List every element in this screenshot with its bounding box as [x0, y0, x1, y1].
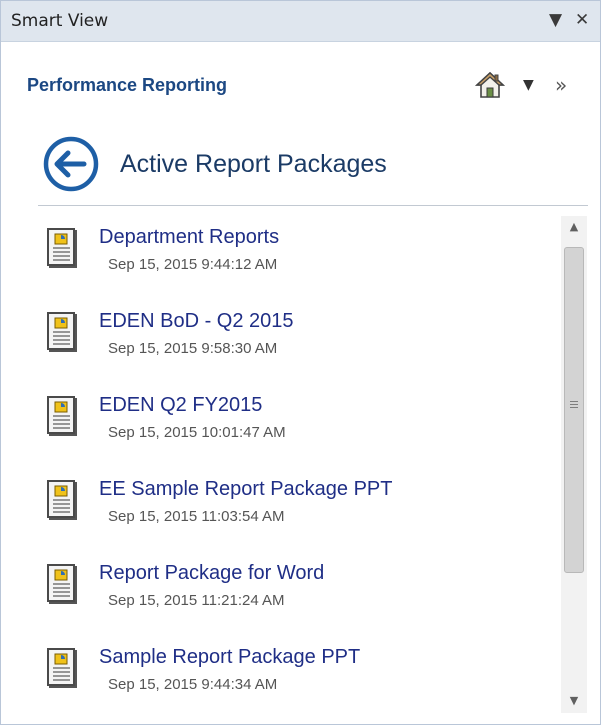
report-package-document-icon — [47, 480, 77, 520]
home-icon[interactable] — [475, 71, 505, 99]
list-item[interactable]: EE Sample Report Package PPT Sep 15, 201… — [38, 458, 558, 536]
list-item[interactable]: EDEN Q2 FY2015 Sep 15, 2015 10:01:47 AM — [38, 374, 558, 452]
panel-close-icon[interactable]: ✕ — [575, 10, 589, 30]
scroll-grip-line — [570, 407, 578, 408]
panel-menu-dropdown-icon[interactable]: ▼ — [549, 10, 562, 30]
report-package-document-icon — [47, 312, 77, 352]
header-dropdown-icon[interactable]: ▼ — [523, 77, 534, 93]
report-package-list: Department Reports Sep 15, 2015 9:44:12 … — [38, 205, 588, 714]
report-package-date: Sep 15, 2015 9:44:12 AM — [108, 256, 278, 273]
scroll-grip-line — [570, 401, 578, 402]
list-scrollbar[interactable]: ▲ ▼ — [561, 216, 587, 713]
report-package-name[interactable]: EDEN Q2 FY2015 — [99, 394, 262, 417]
back-arrow-icon[interactable] — [37, 136, 105, 192]
expand-double-chevron-icon[interactable]: » — [555, 73, 567, 97]
list-item[interactable]: Sample Report Package PPT Sep 15, 2015 9… — [38, 626, 558, 704]
report-package-name[interactable]: Department Reports — [99, 226, 279, 249]
panel-title: Smart View — [11, 11, 109, 31]
active-report-packages-title: Active Report Packages — [120, 150, 387, 178]
report-package-date: Sep 15, 2015 9:44:34 AM — [108, 676, 278, 693]
scroll-thumb[interactable] — [564, 247, 584, 573]
report-package-date: Sep 15, 2015 11:03:54 AM — [108, 508, 285, 525]
report-package-document-icon — [47, 228, 77, 268]
report-package-name[interactable]: Report Package for Word — [99, 562, 324, 585]
report-package-name[interactable]: EDEN BoD - Q2 2015 — [99, 310, 294, 333]
report-package-document-icon — [47, 648, 77, 688]
report-package-date: Sep 15, 2015 9:58:30 AM — [108, 340, 278, 357]
performance-reporting-title: Performance Reporting — [27, 75, 228, 95]
smart-view-panel: Smart View ▼ ✕ Performance Reporting ▼ »… — [0, 0, 601, 725]
list-item[interactable]: Report Package for Word Sep 15, 2015 11:… — [38, 542, 558, 620]
report-package-name[interactable]: EE Sample Report Package PPT — [99, 478, 392, 501]
panel-titlebar: Smart View ▼ ✕ — [1, 1, 600, 42]
report-package-date: Sep 15, 2015 11:21:24 AM — [108, 592, 285, 609]
report-package-name[interactable]: Sample Report Package PPT — [99, 646, 360, 669]
list-item[interactable]: EDEN BoD - Q2 2015 Sep 15, 2015 9:58:30 … — [38, 290, 558, 368]
scroll-up-arrow-icon[interactable]: ▲ — [561, 216, 587, 238]
report-package-date: Sep 15, 2015 10:01:47 AM — [108, 424, 286, 441]
list-item[interactable]: Department Reports Sep 15, 2015 9:44:12 … — [38, 206, 558, 284]
report-package-document-icon — [47, 564, 77, 604]
scroll-grip-line — [570, 404, 578, 405]
scroll-down-arrow-icon[interactable]: ▼ — [561, 690, 587, 712]
report-package-document-icon — [47, 396, 77, 436]
